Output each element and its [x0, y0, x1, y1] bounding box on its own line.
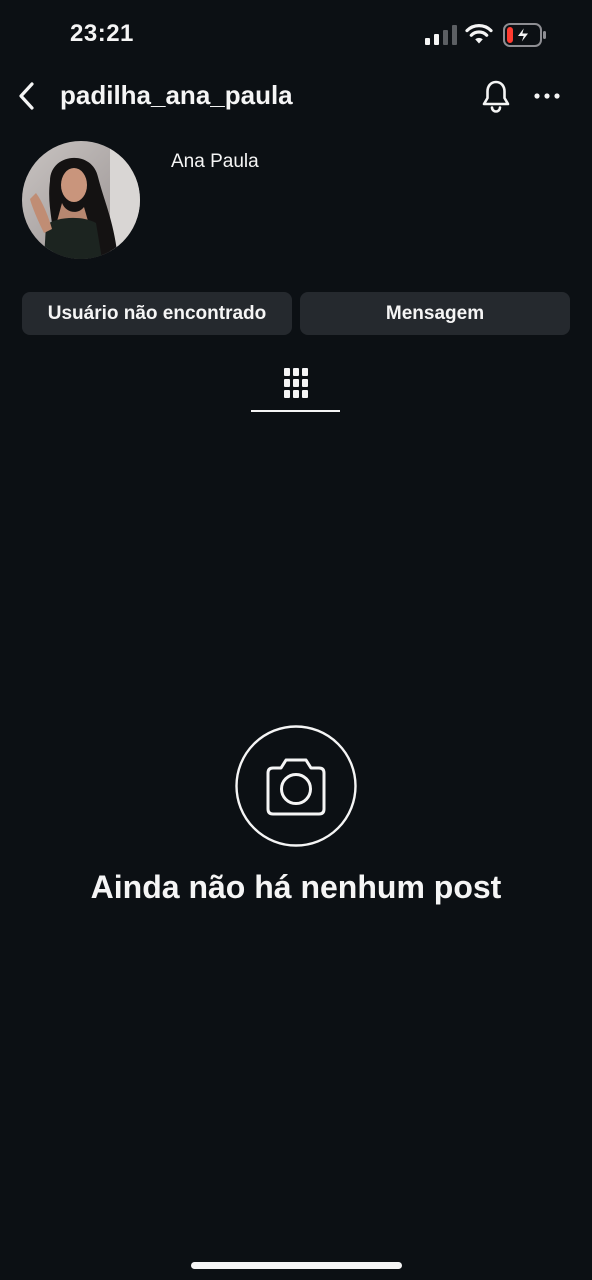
user-not-found-button[interactable]: Usuário não encontrado	[22, 292, 292, 335]
wifi-icon	[465, 24, 493, 44]
message-button[interactable]: Mensagem	[300, 292, 570, 335]
avatar[interactable]	[22, 141, 140, 259]
status-time: 23:21	[70, 20, 134, 47]
cellular-signal-icon	[425, 25, 457, 45]
message-label: Mensagem	[385, 302, 485, 324]
home-indicator[interactable]	[191, 1262, 402, 1269]
bell-icon[interactable]	[481, 79, 511, 113]
ellipsis-icon[interactable]	[533, 90, 561, 102]
user-not-found-label: Usuário não encontrado	[47, 302, 267, 324]
grid-icon[interactable]	[283, 367, 309, 399]
empty-posts-title: Ainda não há nenhum post	[90, 869, 502, 905]
profile-photo	[22, 141, 140, 259]
profile-username: padilha_ana_paula	[60, 80, 293, 110]
display-name: Ana Paula	[171, 151, 259, 172]
camera-icon	[235, 725, 357, 847]
back-chevron-icon[interactable]	[14, 80, 42, 112]
active-tab-indicator	[251, 410, 340, 412]
battery-charging-icon	[503, 23, 546, 47]
